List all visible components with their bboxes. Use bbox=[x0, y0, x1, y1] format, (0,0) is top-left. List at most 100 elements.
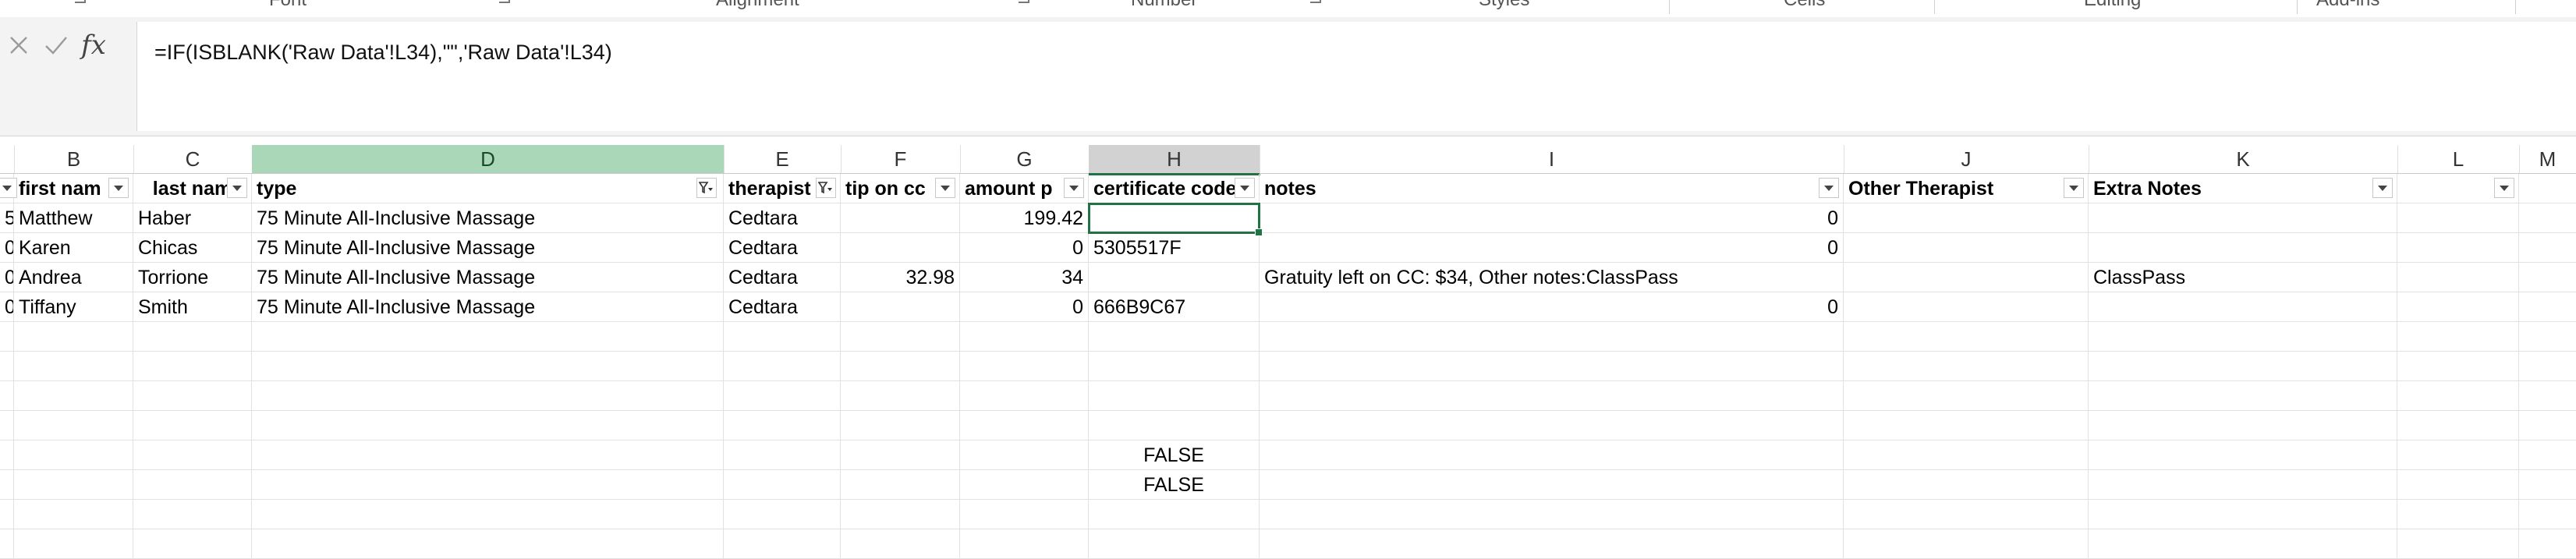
cell-d[interactable] bbox=[252, 470, 724, 500]
cell-d[interactable] bbox=[252, 352, 724, 381]
cell-f[interactable] bbox=[841, 322, 960, 352]
cell-i[interactable] bbox=[1260, 381, 1844, 411]
column-header-l[interactable]: L bbox=[2397, 145, 2520, 173]
formula-input[interactable]: =IF(ISBLANK('Raw Data'!L34),"",'Raw Data… bbox=[136, 22, 2576, 131]
cell-g[interactable] bbox=[960, 529, 1089, 559]
cell-b[interactable] bbox=[14, 440, 133, 470]
cell-extra-notes[interactable]: ClassPass bbox=[2089, 263, 2397, 292]
cell-h[interactable] bbox=[1089, 352, 1260, 381]
cell-e[interactable] bbox=[724, 322, 841, 352]
cell-last-name[interactable]: Chicas bbox=[133, 233, 252, 263]
cell-l[interactable] bbox=[2397, 500, 2519, 529]
cell-extra-notes[interactable] bbox=[2089, 203, 2397, 233]
cell-m[interactable] bbox=[2519, 470, 2576, 500]
number-format-launcher-icon[interactable] bbox=[1310, 0, 1321, 3]
cell-first-name[interactable]: Tiffany bbox=[14, 292, 133, 322]
column-header-e[interactable]: E bbox=[724, 145, 842, 173]
cell-b[interactable] bbox=[14, 411, 133, 440]
cell-a[interactable]: 0 bbox=[0, 233, 14, 263]
cell-e[interactable] bbox=[724, 470, 841, 500]
cell-j[interactable] bbox=[1844, 352, 2089, 381]
cell-l[interactable] bbox=[2397, 529, 2519, 559]
column-header-d[interactable]: D bbox=[252, 145, 725, 173]
filter-dropdown-column-l[interactable] bbox=[2494, 178, 2514, 198]
cell-c[interactable] bbox=[133, 500, 252, 529]
cell-m[interactable] bbox=[2519, 292, 2576, 322]
cell-certificate-code[interactable] bbox=[1089, 263, 1260, 292]
cell-e[interactable] bbox=[724, 381, 841, 411]
cell-tip-on-cc[interactable] bbox=[841, 292, 960, 322]
cell-b[interactable] bbox=[14, 500, 133, 529]
column-header-b[interactable]: B bbox=[14, 145, 134, 173]
cell-f[interactable] bbox=[841, 440, 960, 470]
cell-j[interactable] bbox=[1844, 411, 2089, 440]
cell-f[interactable] bbox=[841, 500, 960, 529]
cell-m[interactable] bbox=[2519, 322, 2576, 352]
cell-g[interactable] bbox=[960, 470, 1089, 500]
cell-c[interactable] bbox=[133, 440, 252, 470]
cell-other-therapist[interactable] bbox=[1844, 203, 2089, 233]
column-header-i[interactable]: I bbox=[1260, 145, 1844, 173]
cell-k[interactable] bbox=[2089, 411, 2397, 440]
cell-l[interactable] bbox=[2397, 203, 2519, 233]
filter-dropdown-tip-on-cc[interactable] bbox=[935, 178, 955, 198]
cell-first-name[interactable]: Karen bbox=[14, 233, 133, 263]
cell-h-boolean[interactable]: FALSE bbox=[1089, 470, 1260, 500]
cell-e[interactable] bbox=[724, 411, 841, 440]
cell-g[interactable] bbox=[960, 440, 1089, 470]
cell-m[interactable] bbox=[2519, 411, 2576, 440]
cell-therapist[interactable]: Cedtara bbox=[724, 263, 841, 292]
cell-tip-on-cc[interactable] bbox=[841, 203, 960, 233]
filter-dropdown-amount-paid[interactable] bbox=[1064, 178, 1084, 198]
cell-k[interactable] bbox=[2089, 352, 2397, 381]
cell-other-therapist[interactable] bbox=[1844, 292, 2089, 322]
filter-dropdown-first-name[interactable] bbox=[108, 178, 129, 198]
cell-a[interactable] bbox=[0, 352, 14, 381]
cell-m[interactable] bbox=[2519, 529, 2576, 559]
active-cell-selection[interactable] bbox=[1088, 203, 1263, 236]
cell-last-name[interactable]: Haber bbox=[133, 203, 252, 233]
cell-k[interactable] bbox=[2089, 500, 2397, 529]
cell-e[interactable] bbox=[724, 352, 841, 381]
cell-i[interactable] bbox=[1260, 411, 1844, 440]
cell-l[interactable] bbox=[2397, 381, 2519, 411]
cell-h[interactable] bbox=[1089, 529, 1260, 559]
cell-other-therapist[interactable] bbox=[1844, 263, 2089, 292]
cell-m[interactable] bbox=[2519, 233, 2576, 263]
header-column-m[interactable] bbox=[2519, 174, 2576, 203]
cell-type[interactable]: 75 Minute All-Inclusive Massage bbox=[252, 263, 724, 292]
cell-j[interactable] bbox=[1844, 440, 2089, 470]
filter-dropdown-therapist[interactable] bbox=[816, 178, 836, 198]
cell-type[interactable]: 75 Minute All-Inclusive Massage bbox=[252, 292, 724, 322]
cell-therapist[interactable]: Cedtara bbox=[724, 203, 841, 233]
cell-b[interactable] bbox=[14, 352, 133, 381]
cell-m[interactable] bbox=[2519, 203, 2576, 233]
cell-f[interactable] bbox=[841, 411, 960, 440]
cell-i[interactable] bbox=[1260, 352, 1844, 381]
cell-k[interactable] bbox=[2089, 440, 2397, 470]
cell-e[interactable] bbox=[724, 500, 841, 529]
cell-d[interactable] bbox=[252, 411, 724, 440]
cell-h-boolean[interactable]: FALSE bbox=[1089, 440, 1260, 470]
cell-c[interactable] bbox=[133, 529, 252, 559]
cell-c[interactable] bbox=[133, 470, 252, 500]
cell-k[interactable] bbox=[2089, 470, 2397, 500]
cell-l[interactable] bbox=[2397, 233, 2519, 263]
column-header-c[interactable]: C bbox=[133, 145, 253, 173]
cell-d[interactable] bbox=[252, 440, 724, 470]
column-header-j[interactable]: J bbox=[1844, 145, 2089, 173]
cell-g[interactable] bbox=[960, 322, 1089, 352]
cell-last-name[interactable]: Smith bbox=[133, 292, 252, 322]
cell-other-therapist[interactable] bbox=[1844, 233, 2089, 263]
cell-amount-paid[interactable]: 0 bbox=[960, 233, 1089, 263]
cell-therapist[interactable]: Cedtara bbox=[724, 233, 841, 263]
cell-type[interactable]: 75 Minute All-Inclusive Massage bbox=[252, 203, 724, 233]
filter-dropdown-notes[interactable] bbox=[1819, 178, 1839, 198]
number-dialog-launcher-icon[interactable] bbox=[1019, 0, 1029, 3]
cell-c[interactable] bbox=[133, 381, 252, 411]
cell-b[interactable] bbox=[14, 470, 133, 500]
cell-amount-paid[interactable]: 0 bbox=[960, 292, 1089, 322]
cell-l[interactable] bbox=[2397, 411, 2519, 440]
cell-m[interactable] bbox=[2519, 440, 2576, 470]
cell-i[interactable] bbox=[1260, 529, 1844, 559]
